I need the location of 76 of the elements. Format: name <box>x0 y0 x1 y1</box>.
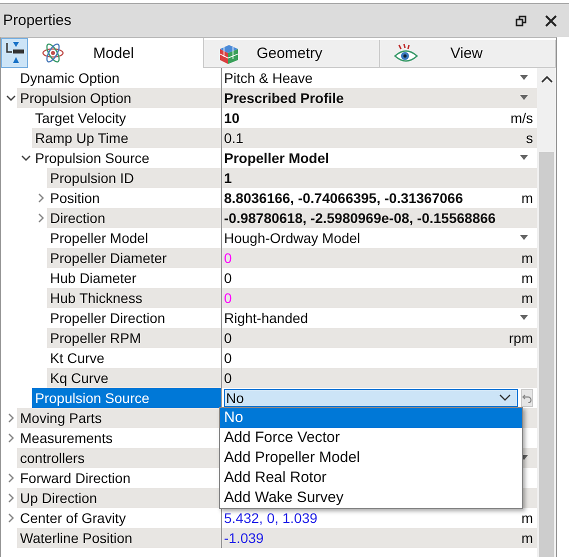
property-value: -0.98780618, -2.5980969e-08, -0.15568866 <box>224 209 496 228</box>
unit-label: m/s <box>510 109 533 128</box>
expand-chevron-icon[interactable] <box>6 513 16 523</box>
restore-icon[interactable] <box>515 14 527 26</box>
scrollbar[interactable] <box>537 68 556 557</box>
scroll-up-icon[interactable] <box>541 75 553 83</box>
unit-label: m <box>521 189 533 208</box>
dropdown-caret-icon[interactable] <box>519 155 529 161</box>
dropdown-caret-icon[interactable] <box>519 75 529 81</box>
unit-label: m <box>521 529 533 548</box>
property-value: 0 <box>224 249 232 268</box>
dropdown-option[interactable]: Add Force Vector <box>220 428 522 448</box>
property-value: Right-handed <box>224 309 308 328</box>
property-label[interactable]: Hub Thickness <box>47 288 222 308</box>
property-label[interactable]: Propulsion Source <box>32 388 222 408</box>
property-value: Prescribed Profile <box>224 89 344 108</box>
unit-label: m <box>521 289 533 308</box>
property-value: 10 <box>224 109 240 128</box>
close-icon[interactable] <box>545 14 557 26</box>
expand-chevron-icon[interactable] <box>36 193 46 203</box>
property-label[interactable]: Up Direction <box>17 488 222 508</box>
tab[interactable]: Geometry <box>204 40 380 68</box>
layout-toggle-button[interactable] <box>1 38 28 68</box>
property-label[interactable]: Waterline Position <box>17 528 222 548</box>
property-value: -1.039 <box>224 529 264 548</box>
split-layout-icon <box>4 42 24 64</box>
unit-label: s <box>526 129 533 148</box>
property-value: 8.8036166, -0.74066395, -0.31367066 <box>224 189 463 208</box>
dropdown-caret-icon[interactable] <box>519 95 529 101</box>
property-value: 1 <box>224 169 232 188</box>
property-value: 0 <box>224 349 232 368</box>
dropdown-option[interactable]: Add Wake Survey <box>220 488 522 508</box>
property-label[interactable]: Kq Curve <box>47 368 222 388</box>
property-value: 0 <box>224 289 232 308</box>
dropdown-option[interactable]: No <box>220 408 522 428</box>
property-value: Hough-Ordway Model <box>224 229 360 248</box>
undo-icon <box>522 393 532 403</box>
dropdown-option[interactable]: Add Real Rotor <box>220 468 522 488</box>
property-value: 5.432, 0, 1.039 <box>224 509 318 528</box>
dropdown-caret-icon[interactable] <box>519 315 529 321</box>
property-label[interactable]: Moving Parts <box>17 408 222 428</box>
expand-chevron-icon[interactable] <box>6 433 16 443</box>
unit-label: rpm <box>508 329 533 348</box>
property-label[interactable]: Ramp Up Time <box>32 128 222 148</box>
property-value: 0.1 <box>224 129 244 148</box>
cube-icon <box>218 42 240 64</box>
property-value: Propeller Model <box>224 149 330 168</box>
unit-label: m <box>521 269 533 288</box>
property-label[interactable]: Propeller Diameter <box>47 248 222 268</box>
property-value: 0 <box>224 269 232 288</box>
atom-icon <box>42 42 64 64</box>
reset-button[interactable] <box>521 389 533 407</box>
property-label[interactable]: Direction <box>47 208 222 228</box>
collapse-chevron-icon[interactable] <box>6 93 16 103</box>
property-value: Pitch & Heave <box>224 69 313 88</box>
property-label[interactable]: controllers <box>17 448 222 468</box>
expand-chevron-icon[interactable] <box>36 213 46 223</box>
dropdown-option[interactable]: Add Propeller Model <box>220 448 522 468</box>
value-combo-box[interactable]: No <box>224 389 518 407</box>
expand-chevron-icon[interactable] <box>6 493 16 503</box>
property-value: 0 <box>224 329 232 348</box>
chevron-down-icon <box>499 394 511 402</box>
collapse-chevron-icon[interactable] <box>21 153 31 163</box>
dropdown-caret-icon[interactable] <box>519 235 529 241</box>
property-label[interactable]: Propeller RPM <box>47 328 222 348</box>
expand-chevron-icon[interactable] <box>6 473 16 483</box>
property-label[interactable]: Propulsion ID <box>47 168 222 188</box>
panel-title: Properties <box>3 12 72 29</box>
property-label[interactable]: Propulsion Option <box>17 88 222 108</box>
expand-chevron-icon[interactable] <box>6 413 16 423</box>
scrollbar-thumb[interactable] <box>539 152 554 557</box>
eye-icon <box>394 42 418 64</box>
property-value: 0 <box>224 369 232 388</box>
unit-label: m <box>521 249 533 268</box>
unit-label: m <box>521 509 533 528</box>
tab[interactable]: View <box>380 40 556 68</box>
